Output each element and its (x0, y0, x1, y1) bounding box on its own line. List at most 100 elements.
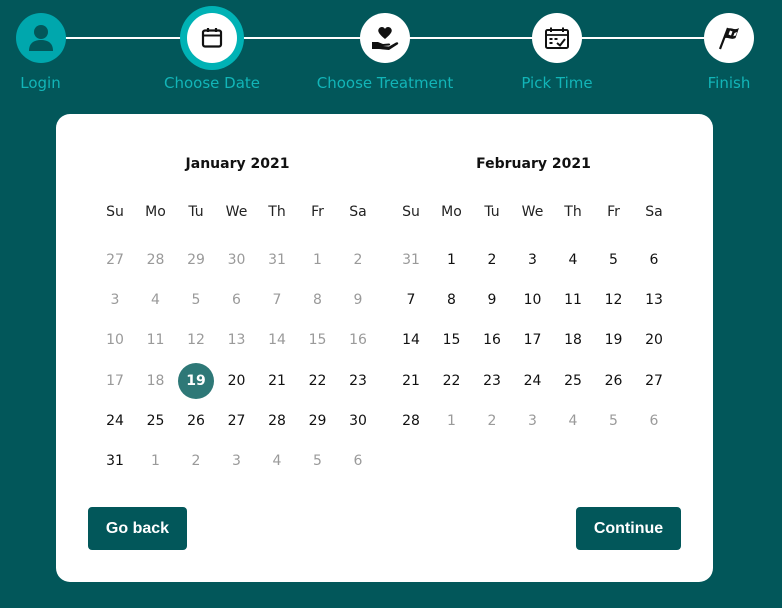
calendar-day[interactable]: 14 (391, 323, 431, 357)
weekday-header: Sa (349, 204, 367, 220)
go-back-button[interactable]: Go back (88, 507, 187, 550)
calendar-day: 17 (95, 364, 135, 398)
day-number: 2 (353, 252, 363, 268)
calendar-day[interactable]: 27 (634, 364, 674, 398)
calendar-day[interactable]: 22 (432, 364, 472, 398)
calendar-day[interactable]: 24 (513, 364, 553, 398)
calendar-day: 2 (176, 444, 216, 478)
weekday-header: Th (268, 204, 286, 220)
calendar-day: 7 (257, 283, 297, 317)
calendar-day[interactable]: 12 (594, 283, 634, 317)
calendar-day[interactable]: 20 (217, 364, 257, 398)
day-number: 6 (649, 252, 659, 268)
calendar-day[interactable]: 27 (217, 404, 257, 438)
calendar-day[interactable]: 22 (298, 364, 338, 398)
calendar-day[interactable]: 21 (391, 364, 431, 398)
calendar-day: 8 (298, 283, 338, 317)
calendar-day: 18 (136, 364, 176, 398)
calendar-day[interactable]: 16 (472, 323, 512, 357)
calendar-day[interactable]: 28 (257, 404, 297, 438)
weekday-header: Mo (441, 204, 462, 220)
calendar-day[interactable]: 13 (634, 283, 674, 317)
calendar-day: 30 (217, 243, 257, 277)
calendar-day[interactable]: 5 (594, 243, 634, 277)
day-number: 9 (487, 292, 497, 308)
calendar-day: 1 (432, 404, 472, 438)
calendar-day[interactable]: 18 (553, 323, 593, 357)
calendar-day[interactable]: 8 (432, 283, 472, 317)
day-number: 7 (406, 292, 416, 308)
day-number: 5 (609, 252, 618, 268)
calendar-day[interactable]: 30 (338, 404, 378, 438)
day-number: 23 (349, 373, 367, 389)
user-icon (29, 25, 53, 51)
day-number: 25 (564, 373, 582, 389)
calendar-day[interactable]: 23 (472, 364, 512, 398)
day-number: 28 (146, 252, 165, 268)
calendar-day[interactable]: 7 (391, 283, 431, 317)
calendar-day[interactable]: 26 (176, 404, 216, 438)
weekday-header: We (521, 204, 544, 220)
calendar-day[interactable]: 17 (513, 323, 553, 357)
progress-stepper: Login Choose Date Choose Treatment Pick … (0, 0, 782, 100)
day-number: 18 (146, 373, 165, 389)
step-pick-time[interactable] (532, 13, 582, 63)
calendar-day[interactable]: 10 (513, 283, 553, 317)
step-finish[interactable] (704, 13, 754, 63)
calendar-day[interactable]: 31 (95, 444, 135, 478)
day-number: 15 (308, 332, 327, 348)
calendar-day[interactable]: 19 (594, 323, 634, 357)
day-number: 22 (442, 373, 461, 389)
step-label-choose-treatment: Choose Treatment (316, 74, 454, 92)
calendar-day[interactable]: 15 (432, 323, 472, 357)
weekday-header: Sa (645, 204, 663, 220)
day-number: 26 (187, 413, 205, 429)
step-label-pick-time: Pick Time (521, 74, 593, 92)
calendar-day[interactable]: 20 (634, 323, 674, 357)
day-number: 23 (483, 373, 501, 389)
day-number: 2 (487, 252, 497, 268)
calendar-day[interactable]: 3 (513, 243, 553, 277)
calendar-day[interactable]: 25 (136, 404, 176, 438)
step-login[interactable] (16, 13, 66, 63)
day-number: 6 (232, 292, 241, 308)
weekday-header: Su (106, 204, 124, 220)
day-number: 6 (649, 413, 659, 429)
calendar-day[interactable]: 24 (95, 404, 135, 438)
day-number: 1 (447, 252, 456, 268)
calendar-day[interactable]: 25 (553, 364, 593, 398)
day-number: 5 (191, 292, 201, 308)
calendar-day[interactable]: 6 (634, 243, 674, 277)
selected-day[interactable]: 19 (176, 363, 216, 399)
calendar-day: 6 (217, 283, 257, 317)
calendar-day[interactable]: 23 (338, 364, 378, 398)
day-number: 12 (604, 292, 623, 308)
calendar-day[interactable]: 9 (472, 283, 512, 317)
calendar-day[interactable]: 4 (553, 243, 593, 277)
flag-icon (718, 27, 739, 50)
calendar-day[interactable]: 11 (553, 283, 593, 317)
calendar-day[interactable]: 21 (257, 364, 297, 398)
calendar-day: 10 (95, 323, 135, 357)
weekday-header: Mo (145, 204, 166, 220)
calendar-day[interactable]: 28 (391, 404, 431, 438)
step-choose-date[interactable] (187, 13, 237, 63)
calendar-day: 6 (338, 444, 378, 478)
calendar-day: 3 (217, 444, 257, 478)
day-number: 17 (523, 332, 542, 348)
calendar-day[interactable]: 26 (594, 364, 634, 398)
calendar-day: 15 (298, 323, 338, 357)
step-choose-treatment[interactable] (360, 13, 410, 63)
calendar-day[interactable]: 1 (432, 243, 472, 277)
day-number: 20 (645, 332, 663, 348)
calendar-day: 31 (257, 243, 297, 277)
calendar-day[interactable]: 2 (472, 243, 512, 277)
continue-button[interactable]: Continue (576, 507, 681, 550)
calendar-day: 11 (136, 323, 176, 357)
calendar-day: 2 (338, 243, 378, 277)
weekday-header: We (225, 204, 248, 220)
calendar-day[interactable]: 29 (298, 404, 338, 438)
day-number: 4 (568, 252, 578, 268)
calendar-day: 31 (391, 243, 431, 277)
day-number: 8 (313, 292, 322, 308)
